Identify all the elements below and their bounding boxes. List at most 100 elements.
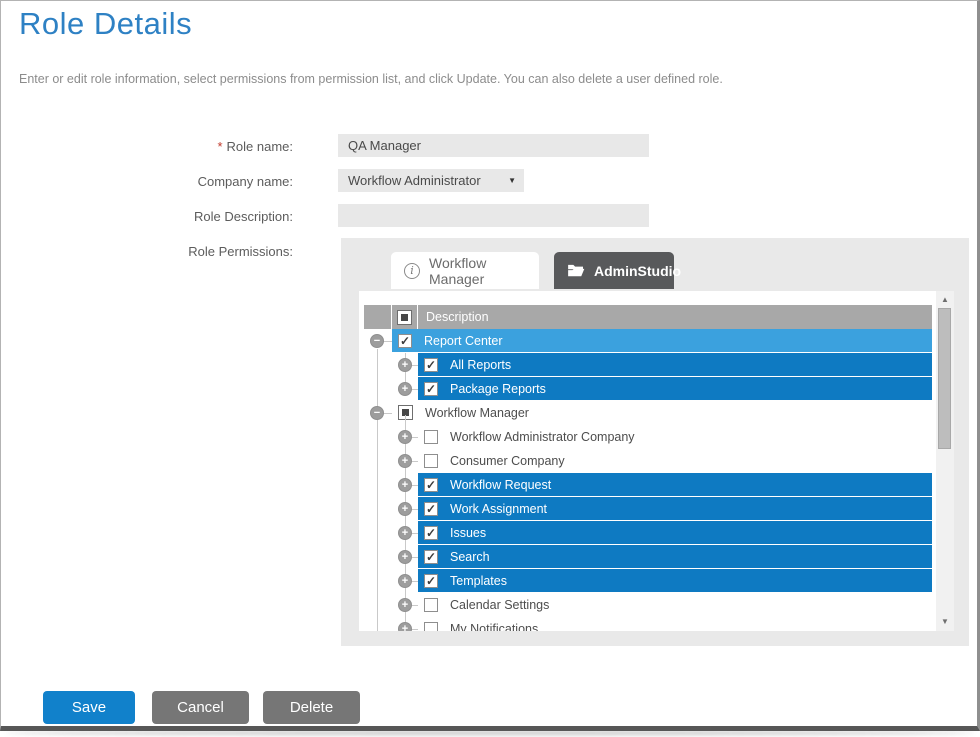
- tree-row[interactable]: −Report Center: [364, 329, 932, 353]
- window-drop-shadow: [6, 731, 974, 735]
- triangle-up-icon[interactable]: ▲: [936, 294, 954, 306]
- company-name-select[interactable]: Workflow Administrator ▼: [338, 169, 524, 192]
- row-checkbox[interactable]: [424, 382, 438, 396]
- plus-icon[interactable]: +: [398, 622, 412, 631]
- tree-row-gutter: +: [364, 521, 418, 545]
- tree-row-gutter: −: [364, 329, 392, 353]
- tab-label: AdminStudio: [594, 263, 681, 279]
- page-title: Role Details: [19, 6, 192, 42]
- grid-header-checkbox-cell: [392, 305, 418, 329]
- tree-row[interactable]: + Templates: [364, 569, 932, 593]
- plus-icon[interactable]: +: [398, 574, 412, 588]
- row-checkbox[interactable]: [424, 454, 438, 468]
- tree-row[interactable]: + Consumer Company: [364, 449, 932, 473]
- tree-row[interactable]: + Search: [364, 545, 932, 569]
- tree-row[interactable]: + All Reports: [364, 353, 932, 377]
- tree-row-band: Workflow Request: [418, 473, 932, 497]
- row-checkbox[interactable]: [424, 430, 438, 444]
- minus-icon[interactable]: −: [370, 334, 384, 348]
- tree-row-band: Consumer Company: [418, 449, 932, 473]
- tree-row[interactable]: + My Notifications: [364, 617, 932, 631]
- row-label: My Notifications: [450, 622, 538, 632]
- tree-connector-line: [377, 349, 378, 631]
- tab-workflow-manager[interactable]: i Workflow Manager: [391, 252, 539, 289]
- tree-row[interactable]: − Workflow Manager: [364, 401, 932, 425]
- row-label: Search: [450, 550, 490, 564]
- row-label: Templates: [450, 574, 507, 588]
- tree-row[interactable]: + Package Reports: [364, 377, 932, 401]
- row-checkbox[interactable]: [424, 358, 438, 372]
- tree-row-band: Report Center: [392, 329, 932, 353]
- tree-row-gutter: +: [364, 545, 418, 569]
- role-details-window: Role Details Enter or edit role informat…: [0, 0, 980, 731]
- tree-row-band: Workflow Administrator Company: [418, 425, 932, 449]
- vertical-scrollbar[interactable]: ▲ ▼: [936, 291, 954, 631]
- tab-label: Workflow Manager: [429, 255, 526, 287]
- tree-row-gutter: +: [364, 617, 418, 631]
- role-description-input[interactable]: [338, 204, 649, 227]
- tree-row-gutter: +: [364, 353, 418, 377]
- plus-icon[interactable]: +: [398, 598, 412, 612]
- row-label: Issues: [450, 526, 486, 540]
- plus-icon[interactable]: +: [398, 550, 412, 564]
- plus-icon[interactable]: +: [398, 454, 412, 468]
- tree-row[interactable]: + Issues: [364, 521, 932, 545]
- row-checkbox[interactable]: [424, 550, 438, 564]
- tree-row-band: Work Assignment: [418, 497, 932, 521]
- tree-row-gutter: +: [364, 593, 418, 617]
- tree-row-band: Package Reports: [418, 377, 932, 401]
- tree-row[interactable]: + Workflow Administrator Company: [364, 425, 932, 449]
- tree-row[interactable]: + Work Assignment: [364, 497, 932, 521]
- cancel-button[interactable]: Cancel: [152, 691, 249, 724]
- grid-header: Description: [364, 305, 932, 329]
- grid-header-description: Description: [418, 305, 932, 329]
- tree-row-band: My Notifications: [418, 617, 932, 631]
- tree-row-gutter: +: [364, 473, 418, 497]
- row-checkbox[interactable]: [424, 478, 438, 492]
- plus-icon[interactable]: +: [398, 430, 412, 444]
- tree-row-band: Search: [418, 545, 932, 569]
- tree-row-band: Issues: [418, 521, 932, 545]
- save-button[interactable]: Save: [43, 691, 135, 724]
- tree-row[interactable]: + Workflow Request: [364, 473, 932, 497]
- row-checkbox[interactable]: [424, 622, 438, 632]
- tree-row-gutter: −: [364, 401, 392, 425]
- permissions-grid-body: −Report Center+All Reports+Package Repor…: [364, 329, 932, 631]
- tree-row-gutter: +: [364, 449, 418, 473]
- tree-row-band: Workflow Manager: [392, 401, 932, 425]
- row-label: All Reports: [450, 358, 511, 372]
- plus-icon[interactable]: +: [398, 382, 412, 396]
- row-checkbox[interactable]: [398, 334, 412, 348]
- row-checkbox[interactable]: [424, 598, 438, 612]
- row-label: Workflow Manager: [425, 406, 529, 420]
- scrollbar-thumb[interactable]: [938, 308, 951, 449]
- permissions-grid: Description −Report Center+All Reports+P…: [364, 305, 932, 631]
- tab-adminstudio[interactable]: AdminStudio: [554, 252, 674, 289]
- tree-row-gutter: +: [364, 497, 418, 521]
- role-permissions-label: Role Permissions:: [21, 244, 293, 259]
- plus-icon[interactable]: +: [398, 502, 412, 516]
- row-checkbox[interactable]: [424, 502, 438, 516]
- row-label: Workflow Request: [450, 478, 551, 492]
- delete-button[interactable]: Delete: [263, 691, 360, 724]
- plus-icon[interactable]: +: [398, 478, 412, 492]
- tree-row-band: All Reports: [418, 353, 932, 377]
- caret-down-icon: ▼: [508, 176, 516, 185]
- row-label: Package Reports: [450, 382, 546, 396]
- plus-icon[interactable]: +: [398, 358, 412, 372]
- tree-row[interactable]: + Calendar Settings: [364, 593, 932, 617]
- select-all-checkbox[interactable]: [397, 310, 412, 325]
- required-asterisk: *: [217, 139, 222, 154]
- role-name-label: *Role name:: [21, 139, 293, 154]
- row-checkbox[interactable]: [424, 574, 438, 588]
- permissions-list-box: Description −Report Center+All Reports+P…: [359, 291, 954, 631]
- role-name-input[interactable]: [338, 134, 649, 157]
- plus-icon[interactable]: +: [398, 526, 412, 540]
- row-label: Calendar Settings: [450, 598, 549, 612]
- tree-row-gutter: +: [364, 377, 418, 401]
- page-subtitle: Enter or edit role information, select p…: [19, 72, 723, 86]
- minus-icon[interactable]: −: [370, 406, 384, 420]
- triangle-down-icon[interactable]: ▼: [936, 616, 954, 628]
- row-checkbox[interactable]: [424, 526, 438, 540]
- tree-row-gutter: +: [364, 425, 418, 449]
